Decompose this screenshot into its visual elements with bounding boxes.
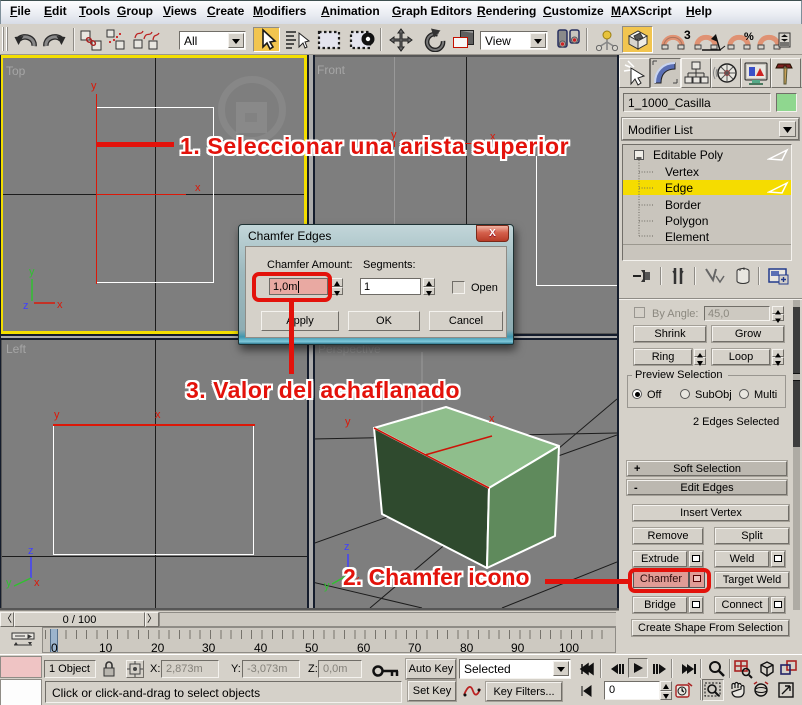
svg-text:z: z — [344, 541, 350, 553]
svg-text:z: z — [23, 300, 29, 312]
svg-text:x: x — [34, 577, 40, 589]
svg-text:z: z — [28, 545, 34, 557]
svg-text:x: x — [57, 299, 63, 311]
svg-text:y: y — [29, 266, 35, 278]
svg-text:x: x — [489, 413, 495, 425]
svg-text:y: y — [345, 416, 351, 428]
svg-text:y: y — [6, 577, 12, 589]
svg-text:y: y — [324, 580, 330, 592]
svg-text:%: % — [744, 31, 754, 43]
svg-text:3: 3 — [684, 29, 691, 42]
